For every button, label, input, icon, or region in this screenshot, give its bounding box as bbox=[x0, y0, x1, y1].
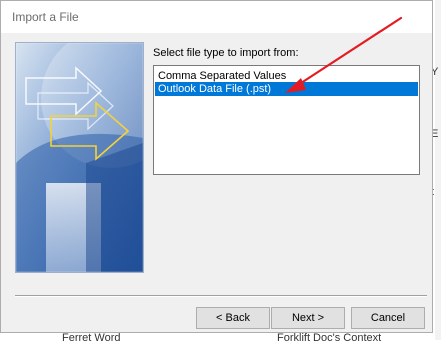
footer-separator bbox=[15, 295, 427, 297]
back-button[interactable]: < Back bbox=[196, 307, 270, 329]
list-item-outlook-data-file[interactable]: Outlook Data File (.pst) bbox=[155, 82, 418, 96]
title-bar[interactable]: Import a File bbox=[1, 1, 432, 33]
import-wizard-banner-icon bbox=[15, 42, 144, 273]
next-button[interactable]: Next > bbox=[271, 307, 345, 329]
background-text-fragment: Forklift Doc's Context bbox=[277, 332, 382, 344]
file-type-listbox[interactable]: Comma Separated Values Outlook Data File… bbox=[153, 65, 420, 175]
list-item-comma-separated-values[interactable]: Comma Separated Values bbox=[155, 69, 418, 83]
background-text-fragment: Ferret Word bbox=[62, 332, 121, 344]
dialog-title: Import a File bbox=[12, 10, 79, 24]
import-a-file-dialog: Import a File Select file type to import… bbox=[0, 0, 433, 333]
file-type-prompt: Select file type to import from: bbox=[153, 47, 299, 59]
cancel-button[interactable]: Cancel bbox=[351, 307, 425, 329]
background-window-edge bbox=[435, 0, 441, 340]
